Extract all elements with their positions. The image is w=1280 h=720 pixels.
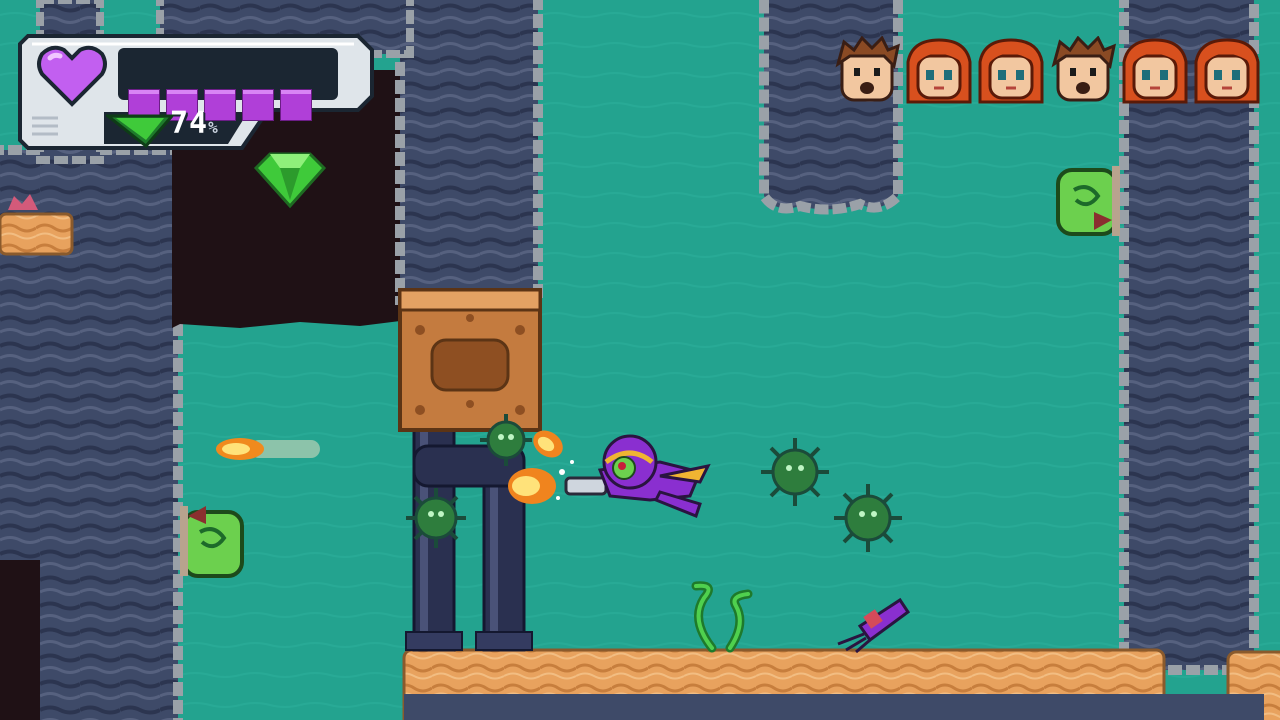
gem-percent-label: 74% — [170, 106, 219, 141]
health-segment — [280, 89, 312, 121]
player-hud: 74% — [18, 32, 378, 156]
wall-turret-left — [180, 506, 244, 578]
portrait-girl — [1194, 38, 1260, 104]
heart-icon — [37, 45, 107, 107]
sea-mine — [406, 488, 466, 548]
sand-floor — [402, 648, 1280, 720]
gem-icon — [106, 114, 176, 149]
breakable-crate — [398, 288, 542, 432]
portrait-girl — [1122, 38, 1188, 104]
health-segment — [242, 89, 274, 121]
portrait-boy — [1051, 36, 1117, 102]
game-scene: 74% — [0, 0, 1280, 720]
wall-turret-right — [1056, 166, 1120, 236]
sea-mine — [834, 484, 902, 552]
portrait-girl — [978, 38, 1044, 104]
fireball-projectile — [216, 438, 320, 460]
sea-mine — [761, 438, 829, 506]
portrait-boy — [835, 36, 901, 102]
rescue-portraits — [832, 36, 1272, 108]
portrait-girl — [906, 38, 972, 104]
